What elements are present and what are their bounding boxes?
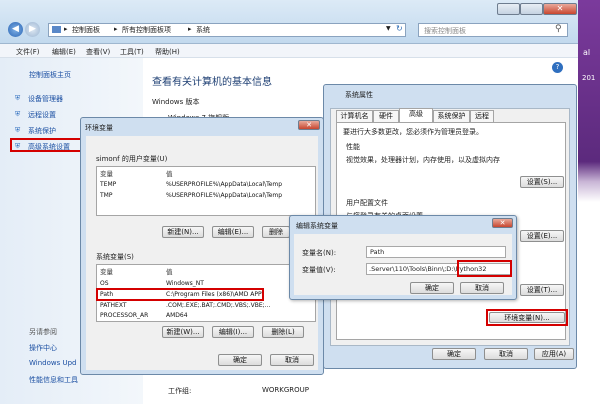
envvars-cancel-button[interactable]: 取消 <box>270 354 314 366</box>
tab-hardware[interactable]: 硬件 <box>373 110 399 122</box>
performance-settings-button[interactable]: 设置(S)... <box>520 176 564 188</box>
sidebar-item-system-protection[interactable]: 系统保护 <box>28 126 56 136</box>
workgroup-value: WORKGROUP <box>262 386 310 394</box>
system-new-button[interactable]: 新建(W)... <box>162 326 204 338</box>
shield-icon: ⛨ <box>15 94 21 102</box>
breadcrumb-item-system[interactable]: 系统 <box>196 25 210 35</box>
address-dropdown-icon[interactable]: ▼ <box>386 25 391 32</box>
sidebar-item-remote-settings[interactable]: 远程设置 <box>28 110 56 120</box>
variable-name-label: 变量名(N): <box>302 249 337 257</box>
user-delete-button[interactable]: 删除 <box>262 226 290 238</box>
sysprops-title: 系统属性 <box>345 91 373 99</box>
breadcrumb-sep-3: ▸ <box>188 25 192 33</box>
tab-advanced[interactable]: 高级 <box>399 108 433 122</box>
table-row-name[interactable]: PROCESSOR_AR <box>100 312 160 319</box>
system-vars-col-var[interactable]: 变量 <box>100 266 113 276</box>
search-placeholder: 搜索控制面板 <box>424 27 466 35</box>
table-row-value[interactable]: %USERPROFILE%\AppData\Local\Temp <box>166 192 314 199</box>
edition-label: Windows 版本 <box>152 98 200 106</box>
workgroup-label: 工作组: <box>168 387 192 395</box>
tab-system-protection[interactable]: 系统保护 <box>433 110 470 122</box>
system-vars-col-val[interactable]: 值 <box>166 266 173 276</box>
breadcrumb-sep-1: ▸ <box>64 25 68 33</box>
variable-value-label: 变量值(V): <box>302 266 336 274</box>
table-row-name[interactable]: TMP <box>100 192 160 199</box>
user-new-button[interactable]: 新建(N)... <box>162 226 204 238</box>
editvar-close-button[interactable]: ✕ <box>492 218 513 228</box>
sidebar-item-action-center[interactable]: 操作中心 <box>29 343 57 353</box>
performance-title: 性能 <box>346 143 360 151</box>
envvars-close-button[interactable]: ✕ <box>298 120 320 130</box>
system-vars-label: 系统变量(S) <box>96 253 134 261</box>
editvar-title: 编辑系统变量 <box>296 222 338 230</box>
table-row-value[interactable]: .COM;.EXE;.BAT;.CMD;.VBS;.VBE;... <box>166 302 314 309</box>
sysprops-apply-button[interactable]: 应用(A) <box>534 348 574 360</box>
table-row-name[interactable]: OS <box>100 280 160 287</box>
editvar-cancel-button[interactable]: 取消 <box>460 282 504 294</box>
close-button[interactable]: ✕ <box>543 3 577 15</box>
system-delete-button[interactable]: 删除(L) <box>262 326 304 338</box>
user-edit-button[interactable]: 编辑(E)... <box>212 226 254 238</box>
tab-remote[interactable]: 远程 <box>470 110 494 122</box>
shield-icon: ⛨ <box>15 126 21 134</box>
sidebar-item-advanced-settings[interactable]: 高级系统设置 <box>28 142 70 152</box>
edge-text: al <box>583 48 591 57</box>
sidebar-item-performance[interactable]: 性能信息和工具 <box>29 375 78 385</box>
profile-settings-button[interactable]: 设置(E)... <box>520 230 564 242</box>
search-icon[interactable]: ⚲ <box>555 24 562 34</box>
editvar-ok-button[interactable]: 确定 <box>410 282 454 294</box>
variable-name-field[interactable]: Path <box>366 246 506 258</box>
shield-icon: ⛨ <box>15 110 21 118</box>
refresh-icon[interactable]: ↻ <box>396 24 403 33</box>
menu-view[interactable]: 查看(V) <box>86 47 110 57</box>
system-edit-button[interactable]: 编辑(I)... <box>212 326 254 338</box>
breadcrumb-item-all-items[interactable]: 所有控制面板项 <box>122 25 171 35</box>
menu-file[interactable]: 文件(F) <box>16 47 40 57</box>
address-field[interactable] <box>48 23 406 37</box>
highlight-path-row <box>96 288 264 301</box>
shield-icon: ⛨ <box>15 142 21 150</box>
highlight-python-path <box>457 260 512 277</box>
folder-icon <box>52 26 61 33</box>
user-vars-list[interactable] <box>96 166 316 216</box>
menu-help[interactable]: 帮助(H) <box>155 47 180 57</box>
user-profile-title: 用户配置文件 <box>346 199 388 207</box>
table-row-name[interactable]: TEMP <box>100 181 160 188</box>
environment-variables-button[interactable]: 环境变量(N)... <box>489 312 565 323</box>
background-window-edge <box>578 0 600 404</box>
envvars-title: 环境变量 <box>85 124 113 132</box>
tab-computer-name[interactable]: 计算机名 <box>336 110 373 122</box>
menu-edit[interactable]: 编辑(E) <box>52 47 76 57</box>
table-row-value[interactable]: AMD64 <box>166 312 314 319</box>
help-icon[interactable]: ? <box>552 62 563 73</box>
minimize-button[interactable] <box>497 3 520 15</box>
envvars-ok-button[interactable]: 确定 <box>218 354 262 366</box>
sidebar-item-windows-update[interactable]: Windows Upd <box>29 359 76 367</box>
menu-tools[interactable]: 工具(T) <box>120 47 144 57</box>
startup-settings-button[interactable]: 设置(T)... <box>520 284 564 296</box>
table-row-value[interactable]: %USERPROFILE%\AppData\Local\Temp <box>166 181 314 188</box>
page-title: 查看有关计算机的基本信息 <box>152 77 272 88</box>
sysprops-ok-button[interactable]: 确定 <box>432 348 476 360</box>
variable-value-text: .Server\110\Tools\Binn\ <box>369 265 445 273</box>
sidebar-item-device-manager[interactable]: 设备管理器 <box>28 94 63 104</box>
back-icon[interactable]: ◀ <box>8 22 23 37</box>
forward-icon[interactable]: ▶ <box>25 22 40 37</box>
table-row-name[interactable]: PATHEXT <box>100 302 160 309</box>
breadcrumb-item-control-panel[interactable]: 控制面板 <box>72 25 100 35</box>
sysprops-cancel-button[interactable]: 取消 <box>484 348 528 360</box>
sidebar-home-link[interactable]: 控制面板主页 <box>29 70 71 80</box>
breadcrumb-sep-2: ▸ <box>114 25 118 33</box>
user-vars-col-val[interactable]: 值 <box>166 168 173 178</box>
maximize-button[interactable] <box>520 3 543 15</box>
explorer-address-bar <box>0 0 578 44</box>
edge-number: 201 <box>582 74 596 82</box>
performance-desc: 视觉效果，处理器计划，内存使用，以及虚拟内存 <box>346 156 500 164</box>
see-also-header: 另请参阅 <box>29 328 57 336</box>
admin-note: 要进行大多数更改，您必须作为管理员登录。 <box>343 128 483 136</box>
user-vars-col-var[interactable]: 变量 <box>100 168 113 178</box>
user-vars-label: simonf 的用户变量(U) <box>96 155 168 163</box>
